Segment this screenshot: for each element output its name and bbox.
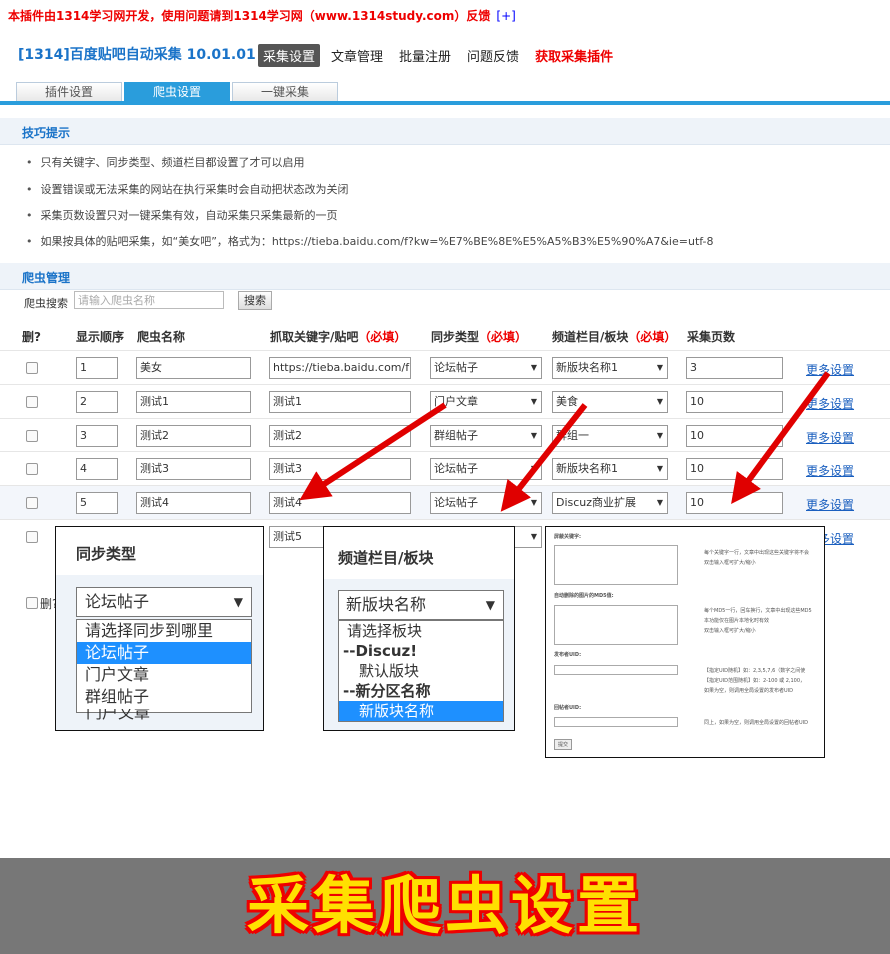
annotation-arrows	[299, 371, 831, 512]
arrow-to-sync	[299, 402, 447, 501]
arrow-to-channel	[500, 403, 588, 512]
arrow-to-more	[731, 371, 831, 505]
banner-title: 采集爬虫设置	[246, 869, 643, 942]
